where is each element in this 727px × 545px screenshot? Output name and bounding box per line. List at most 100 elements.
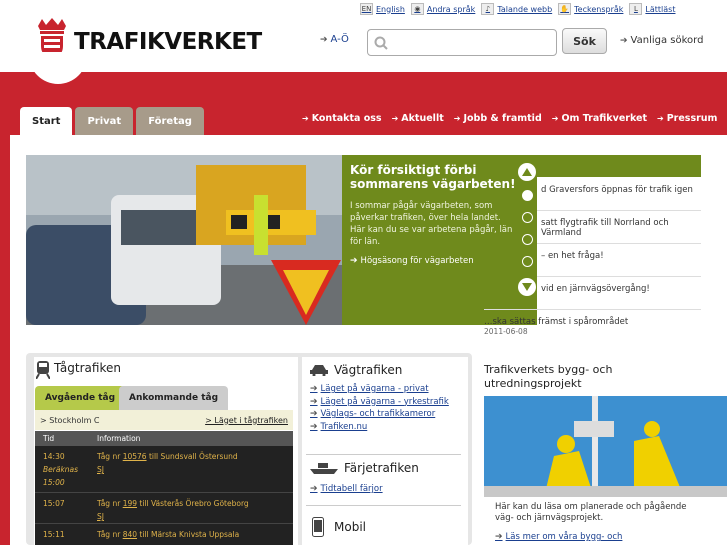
nav-jobb[interactable]: ➔ Jobb & framtid: [454, 113, 542, 124]
arrow-right-icon: ➔: [320, 35, 328, 45]
globe-icon: ◉: [410, 3, 424, 15]
timetable-header: Tid Information: [35, 431, 293, 446]
ferry-title: Färjetrafiken: [344, 461, 419, 475]
car-icon: [310, 365, 328, 376]
table-row[interactable]: 15:07 Tåg nr 199 till Västerås Örebro Gö…: [35, 493, 293, 524]
link-other-languages[interactable]: ◉ Andra språk: [410, 3, 475, 15]
search-button[interactable]: Sök: [562, 28, 607, 54]
nav-om[interactable]: ➔ Om Trafikverket: [552, 113, 647, 124]
hero-link[interactable]: ➔ Högsäsong för vägarbeten: [350, 256, 516, 266]
hero-panel: Kör försiktigt förbi sommarens vägarbete…: [342, 155, 524, 325]
arrow-right-icon: ➔: [310, 421, 318, 432]
mobile-title: Mobil: [334, 520, 366, 534]
project-title: Trafikverkets bygg- och utredningsprojek…: [484, 363, 613, 390]
nav-aktuellt[interactable]: ➔ Aktuellt: [392, 113, 444, 124]
arrow-right-icon: ➔: [391, 114, 399, 123]
project-text: Här kan du läsa om planerade och pågåend…: [495, 502, 687, 523]
arrow-right-icon: ➔: [310, 484, 318, 494]
road-links: ➔ Läget på vägarna - privat ➔ Läget på väg…: [310, 383, 449, 433]
arrow-right-icon: ➔: [302, 114, 309, 123]
arrow-right-icon: ➔: [310, 396, 318, 407]
slide-dot[interactable]: [522, 190, 533, 201]
arrow-right-icon: ➔: [310, 384, 318, 394]
main-tabs: Start Privat Företag: [20, 107, 204, 135]
arrow-right-icon: ➔: [310, 409, 318, 419]
speaker-icon: ♪: [481, 3, 495, 15]
hero-image[interactable]: [26, 155, 342, 325]
train-title: Tågtrafiken: [54, 361, 121, 375]
arrow-right-icon: ➔: [620, 36, 628, 46]
arrow-right-icon: ➔: [495, 532, 503, 542]
slide-dot[interactable]: [522, 234, 533, 245]
arrow-right-icon: ➔: [453, 114, 461, 123]
link-sign-language[interactable]: ✋ Teckenspråk: [558, 3, 623, 15]
hero-text: I sommar pågår vägarbeten, som påverkar …: [350, 201, 513, 247]
divider: [537, 243, 701, 244]
roadwork-photo: [26, 155, 342, 325]
tab-start[interactable]: Start: [20, 107, 73, 135]
ferry-link[interactable]: ➔ Tidtabell färjor: [310, 483, 383, 496]
road-link[interactable]: ➔ Trafiken.nu: [310, 421, 449, 434]
mobile-icon: [312, 517, 324, 537]
divider: [306, 454, 461, 455]
search-icon: [374, 36, 388, 50]
top-nav: ➔ Kontakta oss ➔ Aktuellt ➔ Jobb & framtid …: [302, 113, 717, 124]
link-english[interactable]: EN English: [360, 3, 405, 15]
divider: [306, 505, 461, 506]
hero-title[interactable]: Kör försiktigt förbi sommarens vägarbete…: [350, 163, 516, 191]
news-header: [537, 155, 701, 177]
table-row[interactable]: 14:30 Beräknas 15:00 Tåg nr 10576 till Sun…: [35, 446, 293, 493]
search-input[interactable]: [367, 29, 557, 56]
road-link[interactable]: ➔ Väglags- och trafikkameror: [310, 408, 449, 421]
road-section: Vägtrafiken ➔ Läget på vägarna - privat ➔…: [302, 357, 468, 545]
tab-privat[interactable]: Privat: [75, 107, 134, 135]
arrow-right-icon: ➔: [350, 256, 358, 266]
slide-down-button[interactable]: [518, 278, 536, 296]
news-item[interactable]: satt flygtrafik till Norrland och Värmla…: [541, 218, 711, 238]
chevron-up-icon: [522, 168, 532, 176]
news-date: 2011-06-08: [484, 327, 528, 336]
tab-arrivals[interactable]: Ankommande tåg: [119, 386, 229, 410]
ferry-icon: [310, 463, 338, 474]
divider: [537, 276, 701, 277]
site-header: TRAFIKVERKET EN English ◉ Andra språk ♪ Tal…: [0, 0, 727, 72]
divider: [537, 210, 701, 211]
sign-language-icon: ✋: [558, 3, 572, 15]
chevron-down-icon: [522, 283, 532, 291]
road-title: Vägtrafiken: [334, 363, 403, 377]
news-item[interactable]: vid en järnvägsövergång!: [541, 284, 711, 294]
news-item[interactable]: d Graversfors öppnas för trafik igen: [541, 185, 711, 195]
flag-en-icon: EN: [360, 3, 373, 15]
arrow-right-icon: ➔: [657, 114, 664, 123]
road-link[interactable]: ➔ Läget på vägarna - yrkestrafik: [310, 396, 449, 409]
road-link[interactable]: ➔ Läget på vägarna - privat: [310, 383, 449, 396]
worker-photo: [484, 396, 727, 497]
tab-foretag[interactable]: Företag: [136, 107, 204, 135]
divider: [484, 309, 701, 310]
a-z-link[interactable]: ➔ A-Ö: [320, 34, 349, 45]
slide-up-button[interactable]: [518, 163, 536, 181]
train-icon: [36, 361, 50, 379]
easy-read-icon: L: [629, 3, 643, 15]
slide-controls: [515, 155, 537, 325]
slide-dot[interactable]: [522, 212, 533, 223]
station-name[interactable]: > Stockholm C: [40, 416, 100, 425]
table-row[interactable]: 15:11 Tåg nr 840 till Märsta Knivsta Upp…: [35, 524, 293, 545]
brand-name: TRAFIKVERKET: [74, 29, 262, 55]
train-status-link[interactable]: > Läget i tågtrafiken: [205, 416, 288, 425]
link-talking-web[interactable]: ♪ Talande webb: [481, 3, 552, 15]
station-bar: > Stockholm C > Läget i tågtrafiken: [35, 410, 293, 430]
project-image[interactable]: [484, 396, 727, 497]
project-link[interactable]: ➔ Läs mer om våra bygg- och: [495, 532, 622, 542]
slide-dot[interactable]: [522, 256, 533, 267]
link-easy-read[interactable]: L Lättläst: [629, 3, 675, 15]
arrow-right-icon: ➔: [551, 114, 559, 123]
news-item[interactable]: – en het fråga!: [541, 251, 711, 261]
nav-kontakta[interactable]: ➔ Kontakta oss: [302, 113, 382, 124]
utility-links: EN English ◉ Andra språk ♪ Talande webb ✋ Te…: [360, 3, 675, 15]
timetable: Tid Information 14:30 Beräknas 15:00 Tåg n…: [35, 431, 293, 545]
tab-departures[interactable]: Avgående tåg: [35, 386, 126, 410]
nav-pressrum[interactable]: ➔ Pressrum: [657, 113, 717, 124]
faq-link[interactable]: ➔ Vanliga sökord: [620, 35, 703, 46]
news-item[interactable]: …ska sättas främst i spårområdet 2011-06-…: [484, 317, 704, 337]
